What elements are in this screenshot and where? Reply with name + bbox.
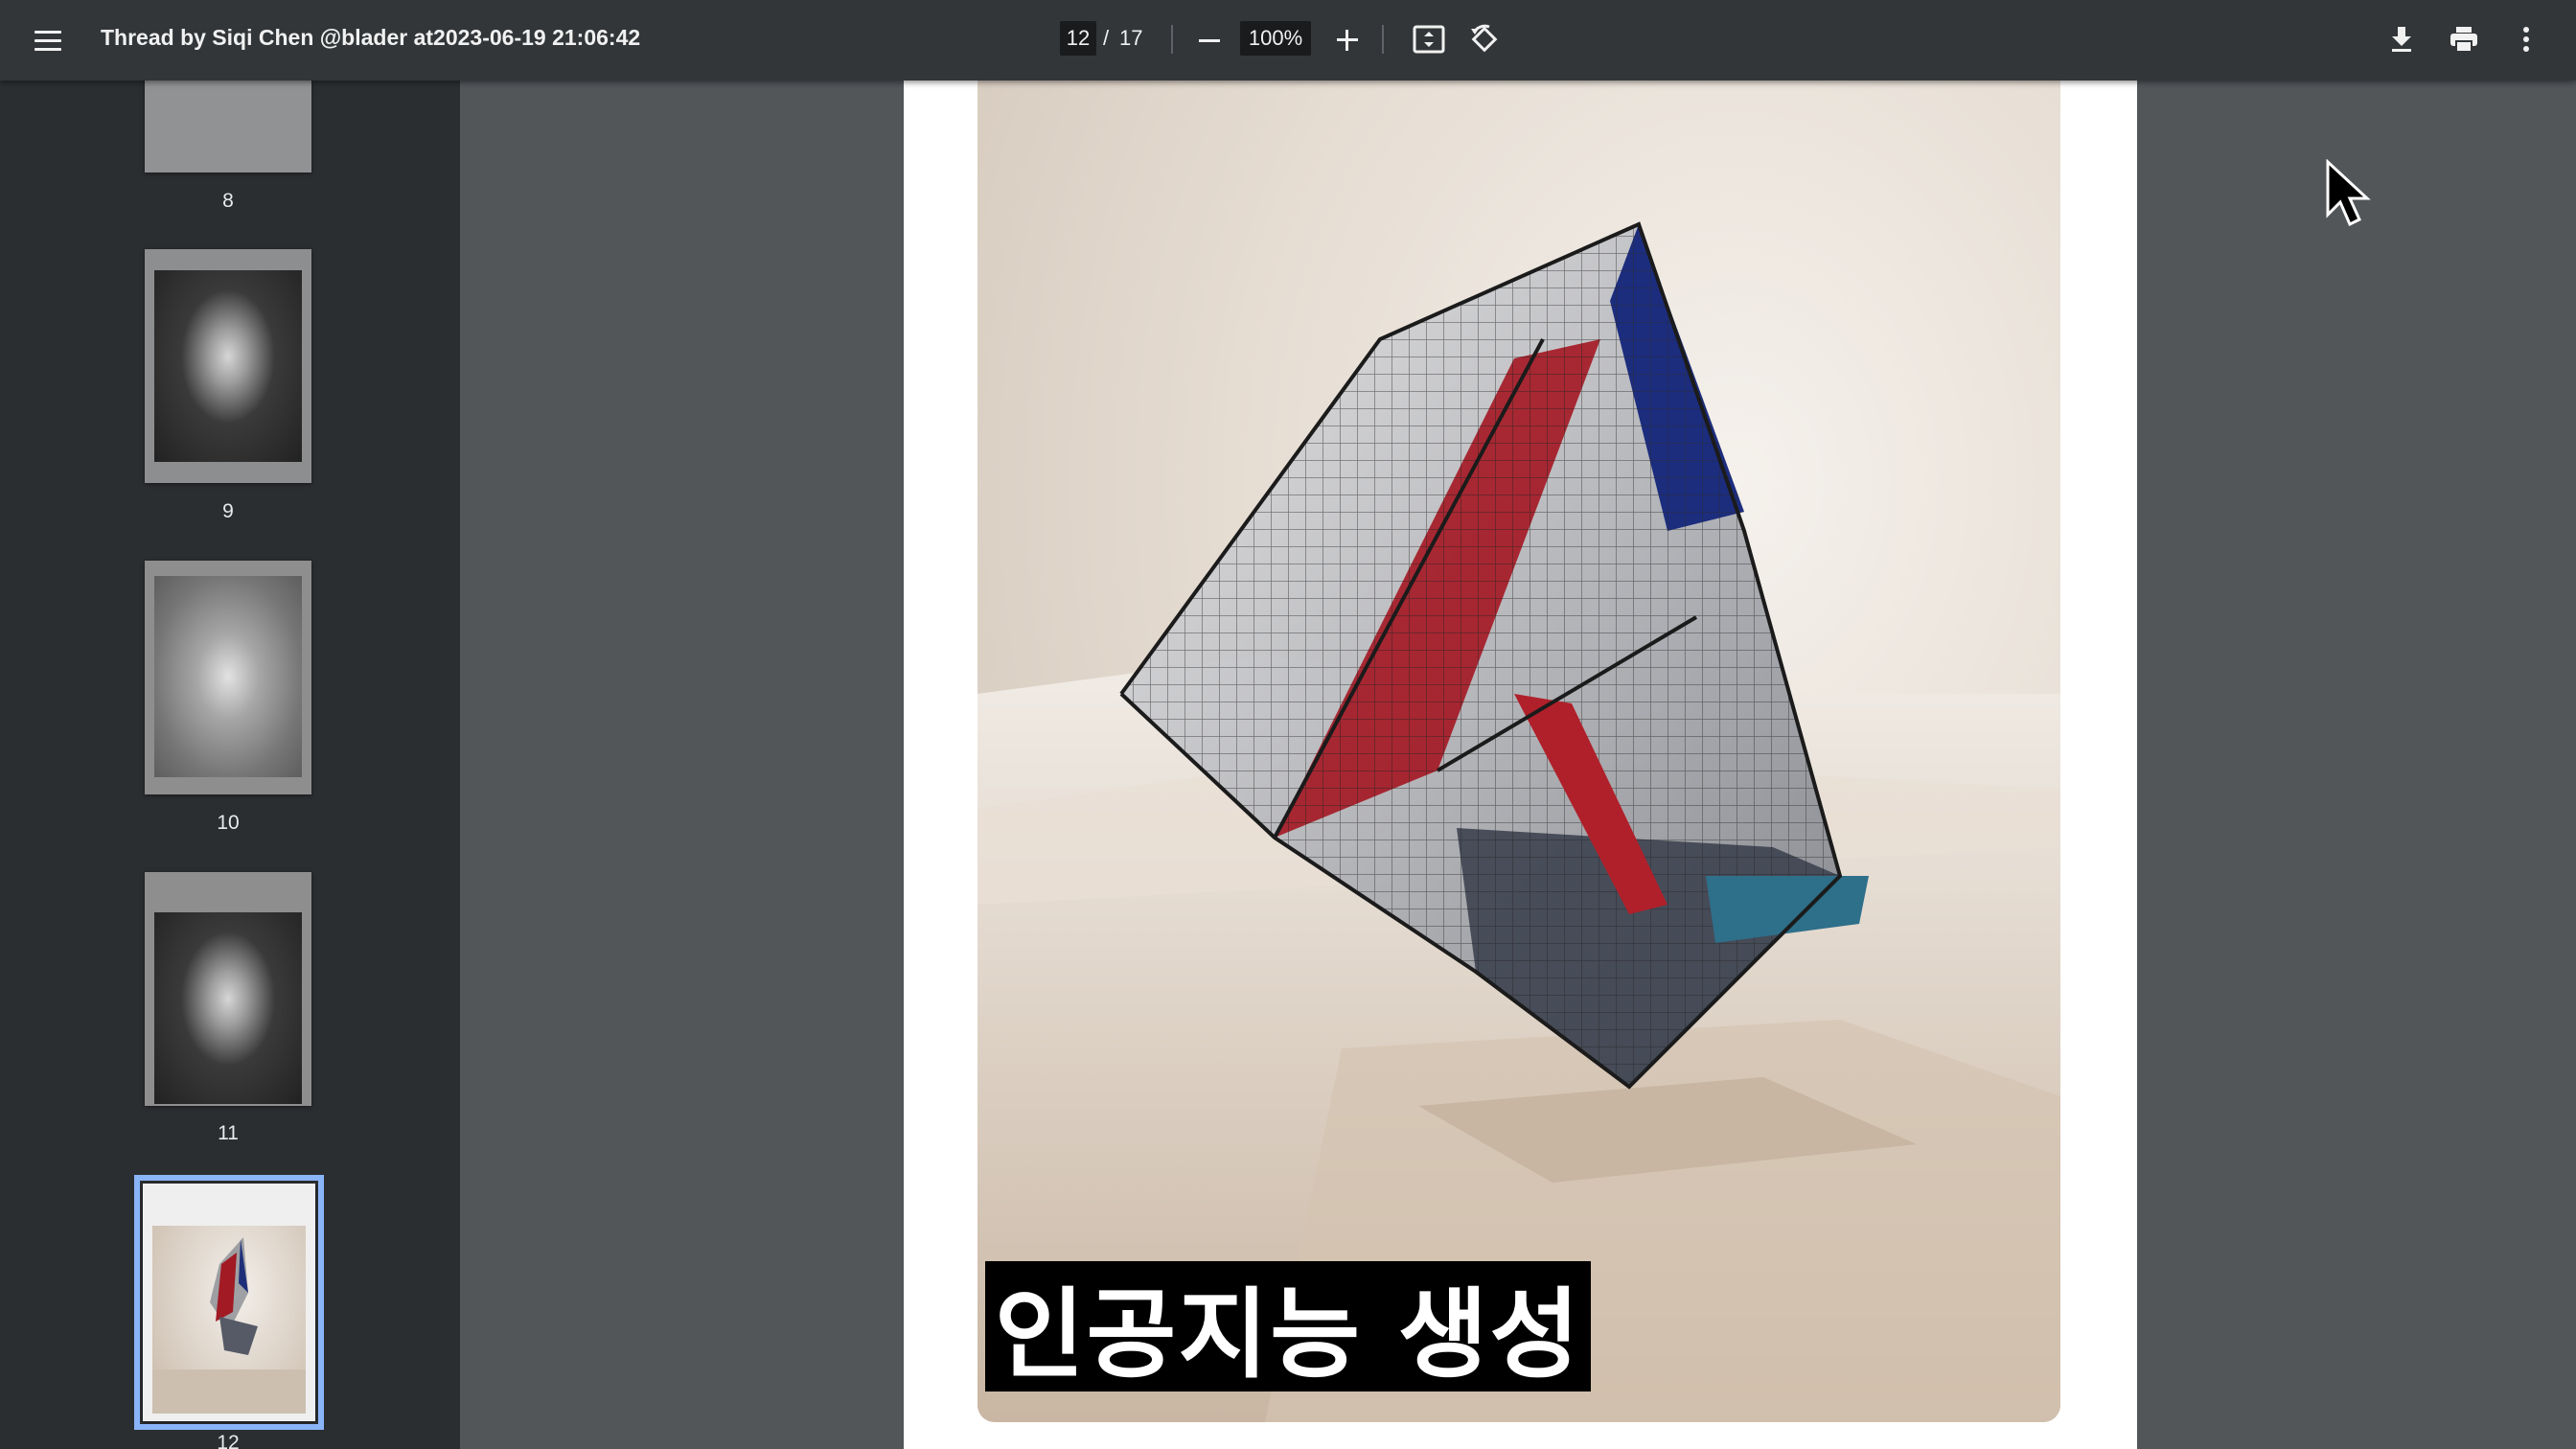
page-total: 17 (1119, 26, 1143, 50)
page-thumbnail[interactable] (145, 872, 311, 1106)
toolbar-divider (1382, 25, 1384, 54)
caption-box: 인공지능 생성 (985, 1261, 1591, 1392)
pdf-page: 인공지능 생성 (904, 80, 2137, 1449)
thumbnail-label: 10 (217, 812, 240, 834)
thumbnail-label: 8 (222, 190, 234, 212)
menu-icon[interactable] (27, 19, 69, 61)
rotate-icon[interactable] (1462, 17, 1506, 61)
minus-icon[interactable] (1188, 19, 1230, 61)
print-icon[interactable] (2442, 17, 2486, 61)
fit-to-page-icon[interactable] (1407, 17, 1451, 61)
mouse-cursor-icon (2326, 159, 2371, 227)
more-vertical-icon[interactable] (2505, 17, 2547, 61)
thumbnail-label: 9 (222, 500, 234, 522)
plus-icon[interactable] (1326, 19, 1368, 61)
page-number-input[interactable]: 12 (1060, 21, 1096, 56)
download-icon[interactable] (2380, 17, 2423, 61)
thumbnail-sidebar[interactable]: 8 9 10 11 12 (0, 80, 460, 1449)
document-title: Thread by Siqi Chen @blader at2023-06-19… (101, 25, 641, 50)
page-separator: / (1103, 26, 1110, 50)
architecture-model-image: 인공지능 생성 (978, 80, 2060, 1422)
document-viewer[interactable]: 인공지능 생성 (462, 80, 2576, 1449)
thumbnail-label: 11 (218, 1122, 239, 1144)
thumbnail-label: 12 (217, 1432, 240, 1449)
page-thumbnail[interactable] (145, 249, 311, 483)
caption-text: 인공지능 생성 (994, 1277, 1582, 1392)
toolbar-divider (1171, 25, 1173, 54)
page-thumbnail[interactable] (145, 561, 311, 794)
page-thumbnail-selected[interactable] (134, 1175, 324, 1430)
page-thumbnail[interactable] (145, 80, 311, 172)
pdf-toolbar: Thread by Siqi Chen @blader at2023-06-19… (0, 0, 2576, 80)
zoom-level-input[interactable]: 100% (1240, 21, 1311, 56)
